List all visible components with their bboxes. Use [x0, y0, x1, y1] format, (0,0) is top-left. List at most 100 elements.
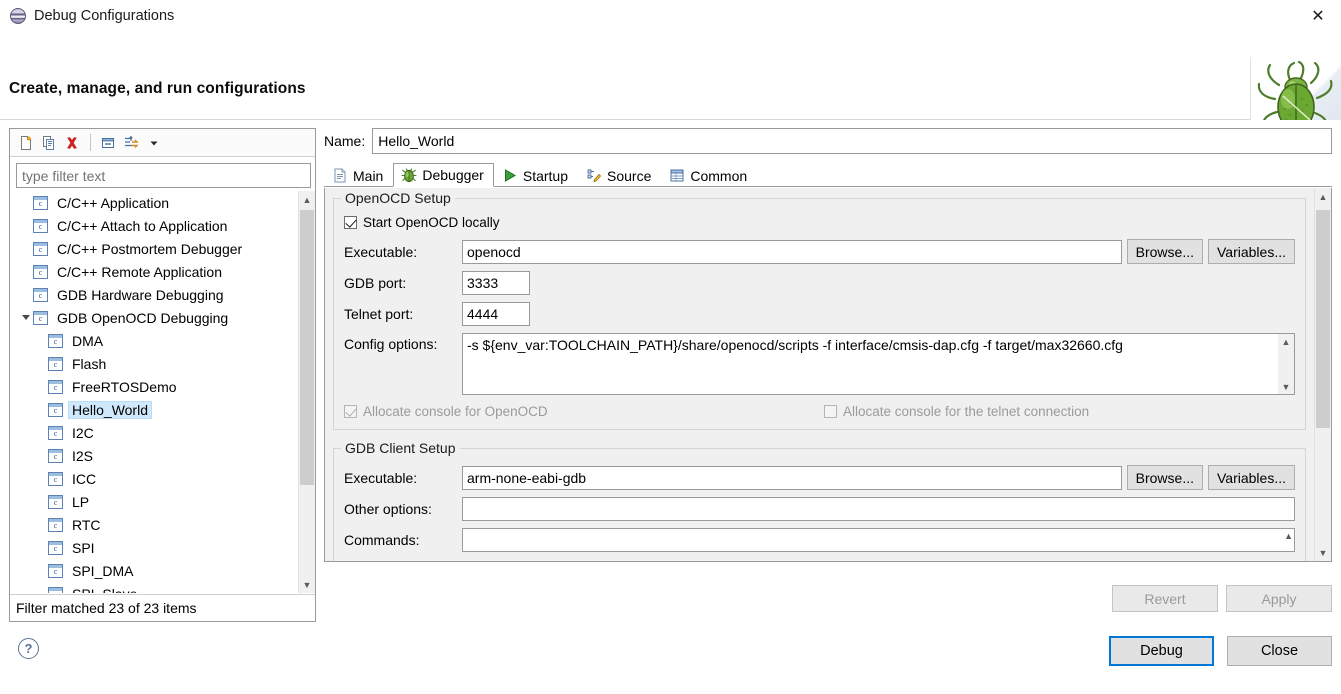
commands-scroll-up-icon[interactable]: ▲: [1284, 531, 1293, 541]
tree-item-label: I2S: [72, 447, 94, 464]
c-configuration-icon: c: [48, 471, 63, 486]
tree-item-icc[interactable]: c ICC: [10, 467, 298, 490]
dialog-header: Create, manage, and run configurations: [0, 32, 1341, 143]
allocate-console-telnet-checkbox: [824, 405, 837, 418]
config-options-textarea[interactable]: -s ${env_var:TOOLCHAIN_PATH}/share/openo…: [462, 333, 1295, 395]
tree-item-dma[interactable]: c DMA: [10, 329, 298, 352]
name-input[interactable]: Hello_World: [372, 128, 1332, 154]
tree-item-hello-world[interactable]: c Hello_World: [10, 398, 298, 421]
tree-item-gdb-hardware-debugging[interactable]: c GDB Hardware Debugging: [10, 283, 298, 306]
delete-configuration-icon[interactable]: [61, 132, 83, 154]
debug-button[interactable]: Debug: [1109, 636, 1214, 666]
debugger-scroll-down-icon[interactable]: ▼: [1315, 544, 1331, 561]
collapse-all-icon[interactable]: [97, 132, 119, 154]
allocate-console-openocd-checkbox: [344, 405, 357, 418]
gdb-executable-label: Executable:: [344, 469, 418, 486]
filter-launch-configurations-icon[interactable]: [120, 132, 142, 154]
config-options-scroll-up-icon[interactable]: ▲: [1278, 334, 1294, 349]
apply-button[interactable]: Apply: [1226, 585, 1332, 612]
tree-vertical-scrollbar[interactable]: ▲ ▼: [298, 191, 315, 593]
tab-common[interactable]: Common: [661, 163, 757, 187]
tree-item-spi[interactable]: c SPI: [10, 536, 298, 559]
tab-startup[interactable]: Startup: [494, 163, 578, 187]
document-icon: [332, 168, 348, 183]
scroll-down-icon[interactable]: ▼: [299, 576, 315, 593]
debugger-scroll-up-icon[interactable]: ▲: [1315, 188, 1331, 205]
start-openocd-locally-checkbox[interactable]: [344, 216, 357, 229]
tree-item-c-c-postmortem-debugger[interactable]: c C/C++ Postmortem Debugger: [10, 237, 298, 260]
revert-apply-row: Revert Apply: [1104, 585, 1332, 612]
configuration-tree[interactable]: c C/C++ Application c C/C++ Attach to Appli…: [10, 191, 315, 593]
tab-source[interactable]: Source: [578, 163, 661, 187]
tab-debugger-label: Debugger: [422, 167, 484, 183]
openocd-setup-box: Start OpenOCD locally Executable: openoc…: [333, 198, 1306, 430]
tree-item-c-c-application[interactable]: c C/C++ Application: [10, 191, 298, 214]
source-edit-icon: [586, 168, 602, 183]
tree-item-gdb-openocd-debugging[interactable]: c GDB OpenOCD Debugging: [10, 306, 298, 329]
chevron-down-icon[interactable]: [18, 315, 33, 320]
tree-item-label: LP: [72, 493, 90, 510]
window-close-button[interactable]: ✕: [1295, 0, 1341, 32]
tree-item-label: ICC: [72, 470, 97, 487]
other-options-label: Other options:: [344, 501, 432, 517]
tree-item-spi-dma[interactable]: c SPI_DMA: [10, 559, 298, 582]
tree-item-label: DMA: [72, 332, 104, 349]
commands-textarea[interactable]: [462, 528, 1295, 552]
duplicate-configuration-icon[interactable]: [38, 132, 60, 154]
configuration-tabs: Main Debugger Startup Source Common: [324, 162, 1332, 187]
tree-item-lp[interactable]: c LP: [10, 490, 298, 513]
tab-main[interactable]: Main: [324, 163, 393, 187]
c-configuration-icon: c: [33, 264, 48, 279]
c-configuration-icon: c: [48, 448, 63, 463]
tree-item-label: C/C++ Application: [57, 194, 170, 211]
tree-item-rtc[interactable]: c RTC: [10, 513, 298, 536]
tree-item-label: RTC: [72, 516, 101, 533]
tree-item-i2s[interactable]: c I2S: [10, 444, 298, 467]
gdb-variables-button[interactable]: Variables...: [1208, 465, 1295, 490]
revert-button[interactable]: Revert: [1112, 585, 1218, 612]
config-options-scrollbar[interactable]: ▲ ▼: [1278, 334, 1294, 394]
config-options-scroll-down-icon[interactable]: ▼: [1278, 379, 1294, 394]
c-configuration-icon: c: [48, 402, 63, 417]
openocd-variables-button[interactable]: Variables...: [1208, 239, 1295, 264]
commands-wrap: ▲: [462, 528, 1295, 552]
tree-item-flash[interactable]: c Flash: [10, 352, 298, 375]
gdb-executable-input[interactable]: arm-none-eabi-gdb: [462, 465, 1122, 490]
openocd-setup-group: OpenOCD Setup Start OpenOCD locally Exec…: [333, 190, 1306, 430]
help-icon[interactable]: ?: [18, 638, 39, 659]
filter-status-text: Filter matched 23 of 23 items: [10, 594, 315, 621]
gdb-browse-button[interactable]: Browse...: [1126, 465, 1203, 490]
openocd-executable-label: Executable:: [344, 243, 418, 260]
c-configuration-icon: c: [48, 356, 63, 371]
scroll-up-icon[interactable]: ▲: [299, 191, 315, 208]
openocd-browse-button[interactable]: Browse...: [1126, 239, 1203, 264]
c-configuration-icon: c: [48, 540, 63, 555]
telnet-port-label: Telnet port:: [344, 306, 414, 322]
tab-debugger[interactable]: Debugger: [393, 163, 494, 187]
allocate-console-openocd-label: Allocate console for OpenOCD: [363, 404, 548, 419]
tree-item-freertosdemo[interactable]: c FreeRTOSDemo: [10, 375, 298, 398]
tree-item-label: Hello_World: [68, 400, 152, 419]
close-button[interactable]: Close: [1227, 636, 1332, 666]
openocd-executable-input[interactable]: openocd: [462, 239, 1122, 264]
view-menu-chevron-icon[interactable]: [143, 132, 165, 154]
tree-rows-container: c C/C++ Application c C/C++ Attach to Appli…: [10, 191, 298, 593]
debugger-scrollbar-thumb[interactable]: [1316, 210, 1330, 428]
c-configuration-icon: c: [33, 218, 48, 233]
configuration-name-row: Name: Hello_World: [324, 128, 1332, 154]
allocate-console-openocd-row: Allocate console for OpenOCD: [344, 404, 824, 419]
tree-item-c-c-attach-to-application[interactable]: c C/C++ Attach to Application: [10, 214, 298, 237]
tree-scrollbar-thumb[interactable]: [300, 210, 314, 485]
filter-text-input[interactable]: type filter text: [16, 163, 311, 188]
start-openocd-locally-row[interactable]: Start OpenOCD locally: [344, 215, 1295, 230]
tree-item-i2c[interactable]: c I2C: [10, 421, 298, 444]
other-options-input[interactable]: [462, 497, 1295, 521]
tree-item-spi-slave[interactable]: c SPI_Slave: [10, 582, 298, 593]
new-configuration-icon[interactable]: [15, 132, 37, 154]
gdb-executable-row: Executable: arm-none-eabi-gdb Browse... …: [344, 465, 1295, 490]
tree-item-c-c-remote-application[interactable]: c C/C++ Remote Application: [10, 260, 298, 283]
gdb-port-input[interactable]: 3333: [462, 271, 530, 295]
telnet-port-input[interactable]: 4444: [462, 302, 530, 326]
debugger-vertical-scrollbar[interactable]: ▲ ▼: [1314, 188, 1331, 561]
c-configuration-icon: c: [33, 195, 48, 210]
